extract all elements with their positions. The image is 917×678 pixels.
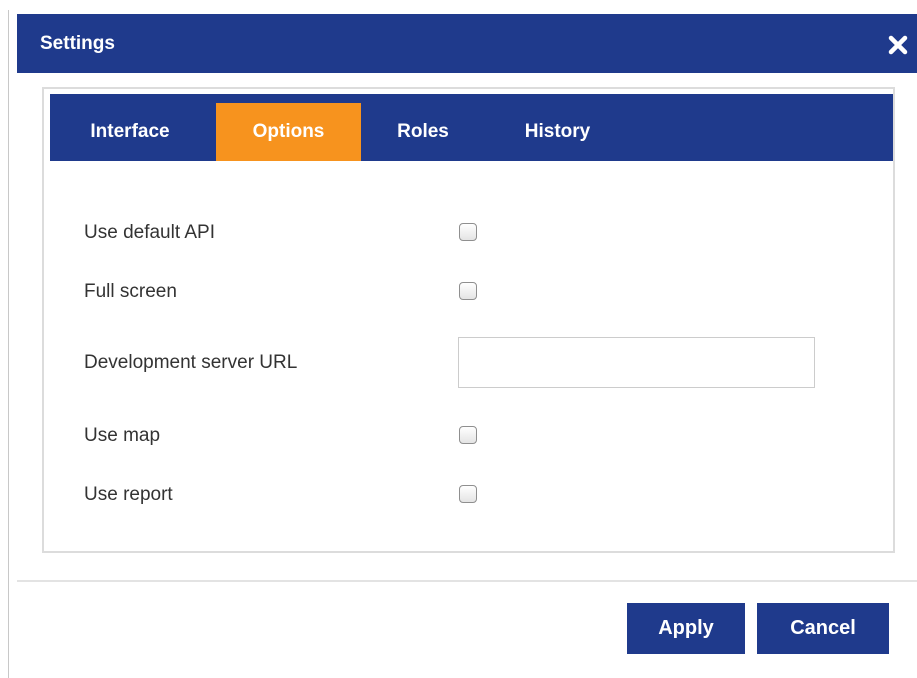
use-map-label: Use map bbox=[84, 425, 161, 446]
use-report-checkbox[interactable] bbox=[459, 485, 477, 503]
dialog-title: Settings bbox=[40, 33, 115, 54]
close-icon[interactable] bbox=[887, 34, 909, 56]
tab-options[interactable]: Options bbox=[216, 103, 361, 161]
dialog-titlebar: Settings bbox=[17, 14, 917, 73]
tab-history[interactable]: History bbox=[510, 103, 605, 161]
dialog-left-border bbox=[8, 10, 9, 678]
tab-interface[interactable]: Interface bbox=[75, 103, 185, 161]
apply-button[interactable]: Apply bbox=[627, 603, 745, 654]
full-screen-checkbox[interactable] bbox=[459, 282, 477, 300]
settings-panel: Interface Options Roles History Use defa… bbox=[42, 87, 895, 553]
use-default-api-label: Use default API bbox=[84, 222, 215, 243]
tab-roles[interactable]: Roles bbox=[383, 103, 463, 161]
dev-server-url-input[interactable] bbox=[458, 337, 815, 388]
cancel-button[interactable]: Cancel bbox=[757, 603, 889, 654]
use-default-api-checkbox[interactable] bbox=[459, 223, 477, 241]
use-report-label: Use report bbox=[84, 484, 173, 505]
dev-server-url-label: Development server URL bbox=[84, 352, 298, 373]
footer-divider bbox=[17, 580, 917, 582]
settings-dialog: Settings Interface Options Roles History… bbox=[0, 0, 917, 678]
use-map-checkbox[interactable] bbox=[459, 426, 477, 444]
tab-bar: Interface Options Roles History bbox=[50, 94, 893, 161]
full-screen-label: Full screen bbox=[84, 281, 177, 302]
close-icon-glyph bbox=[888, 35, 908, 55]
